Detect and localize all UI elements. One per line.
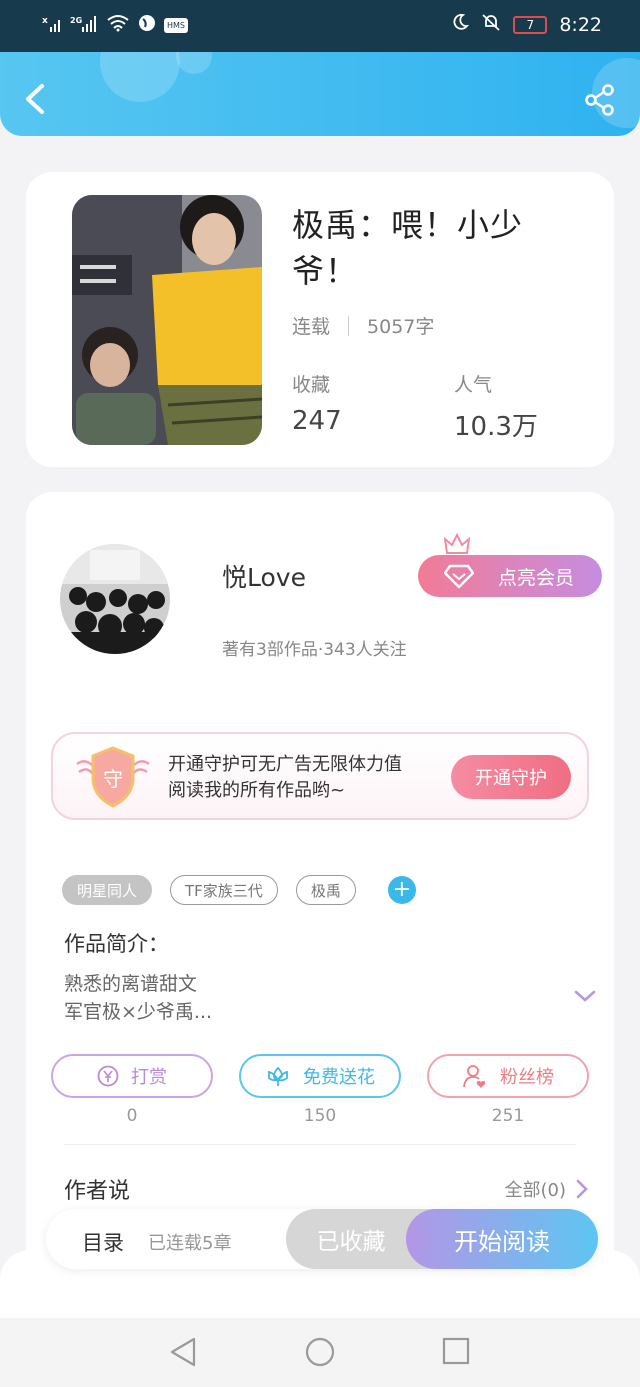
avatar[interactable] <box>60 544 170 654</box>
circle-home-icon <box>305 1337 335 1367</box>
vip-button[interactable]: 点亮会员 <box>418 533 602 597</box>
reward-count: 0 <box>126 1106 138 1126</box>
tag-item[interactable]: TF家族三代 <box>170 875 278 905</box>
status-icons-left: x 2G HMS <box>42 14 188 37</box>
globe-icon <box>138 14 156 37</box>
book-title: 极禹：喂！小少爷！ <box>292 206 524 290</box>
chevron-down-icon <box>574 990 596 1002</box>
free-flower-button[interactable]: 免费送花 <box>239 1054 401 1098</box>
vip-label: 点亮会员 <box>497 566 574 589</box>
svg-text:x: x <box>42 16 48 26</box>
free-flower-label: 免费送花 <box>303 1067 375 1088</box>
bell-muted-icon <box>481 13 501 36</box>
status-bar: x 2G HMS 7 8:22 <box>0 0 640 52</box>
book-meta: 连载 5057字 <box>292 312 434 339</box>
author-name[interactable]: 悦Love <box>222 558 306 594</box>
tag-item[interactable]: 极禹 <box>295 875 356 905</box>
view-all-link[interactable]: 全部(0) <box>505 1176 589 1202</box>
signal-2g-icon: 2G <box>70 15 98 36</box>
divider <box>348 315 350 336</box>
decor-bubble <box>100 52 180 102</box>
fan-icon <box>463 1065 486 1088</box>
intro-label: 作品简介： <box>64 932 169 956</box>
favorites-label: 收藏 <box>292 374 331 396</box>
guard-shield-icon: 守 <box>76 746 150 808</box>
clock: 8:22 <box>559 13 602 36</box>
divider <box>64 1144 576 1145</box>
bottom-action-bar: 目录 已连载5章 已收藏 开始阅读 <box>46 1209 598 1269</box>
share-button[interactable] <box>584 84 616 116</box>
status-icons-right: 7 8:22 <box>451 13 602 36</box>
guard-banner: 守 开通守护可无广告无限体力值 阅读我的所有作品哟~ 开通守护 <box>51 732 589 820</box>
header <box>0 52 640 136</box>
reward-button[interactable]: 打赏 <box>51 1054 213 1098</box>
toc-button[interactable]: 目录 <box>82 1227 124 1257</box>
square-recents-icon <box>442 1337 470 1365</box>
fan-count: 251 <box>491 1106 525 1126</box>
plus-icon: + <box>392 877 412 902</box>
chevron-left-icon <box>26 84 44 114</box>
moon-icon <box>451 13 470 36</box>
fan-ranking-label: 粉丝榜 <box>500 1067 554 1088</box>
guard-line: 阅读我的所有作品哟~ <box>168 780 346 801</box>
flower-icon <box>268 1066 288 1086</box>
wifi-icon <box>106 14 130 37</box>
no-sim-signal-icon: x <box>42 15 62 36</box>
nav-recents-button[interactable] <box>442 1336 470 1370</box>
start-reading-button[interactable]: 开始阅读 <box>406 1209 598 1269</box>
view-all-label: 全部(0) <box>504 1180 567 1201</box>
decor-bubble <box>176 52 212 74</box>
tag-list: 明星同人 TF家族三代 极禹 + <box>62 875 416 905</box>
book-info-card: 极禹：喂！小少爷！ 连载 5057字 收藏 247 人气 10.3万 <box>26 172 614 467</box>
word-count: 5057字 <box>367 316 435 338</box>
chapter-count: 已连载5章 <box>148 1233 232 1254</box>
open-guard-button[interactable]: 开通守护 <box>451 755 571 799</box>
guard-description: 开通守护可无广告无限体力值 阅读我的所有作品哟~ <box>168 752 402 804</box>
intro-text: 熟悉的离谱甜文 军官极×少爷禹... <box>64 970 212 1026</box>
crown-icon <box>444 533 470 554</box>
popularity-label: 人气 <box>454 374 493 396</box>
intro-line: 熟悉的离谱甜文 <box>64 973 198 995</box>
author-say-title: 作者说 <box>64 1179 131 1204</box>
nav-home-button[interactable] <box>304 1336 336 1372</box>
expand-intro-button[interactable] <box>574 988 596 1007</box>
serial-status: 连载 <box>292 316 331 338</box>
tag-item[interactable]: 明星同人 <box>62 875 153 905</box>
svg-text:守: 守 <box>103 767 123 791</box>
system-nav-bar <box>0 1318 640 1387</box>
chevron-right-icon <box>576 1179 588 1199</box>
diamond-icon <box>444 564 474 589</box>
guard-line: 开通守护可无广告无限体力值 <box>168 754 402 775</box>
book-cover-image[interactable] <box>72 195 262 445</box>
flower-count: 150 <box>303 1106 337 1126</box>
nav-back-button[interactable] <box>168 1336 198 1372</box>
add-tag-button[interactable]: + <box>387 876 416 904</box>
yen-icon <box>97 1065 119 1087</box>
author-summary: 著有3部作品·343人关注 <box>222 640 407 660</box>
battery-icon: 7 <box>513 15 548 34</box>
popularity-value: 10.3万 <box>454 412 538 442</box>
triangle-back-icon <box>170 1337 196 1367</box>
svg-text:2G: 2G <box>70 16 82 25</box>
hms-icon: HMS <box>164 18 188 33</box>
share-icon <box>585 84 614 116</box>
back-button[interactable] <box>22 82 50 116</box>
intro-line: 军官极×少爷禹... <box>64 1001 213 1023</box>
reward-label: 打赏 <box>131 1067 167 1088</box>
fan-ranking-button[interactable]: 粉丝榜 <box>427 1054 589 1098</box>
favorites-value: 247 <box>292 406 342 436</box>
